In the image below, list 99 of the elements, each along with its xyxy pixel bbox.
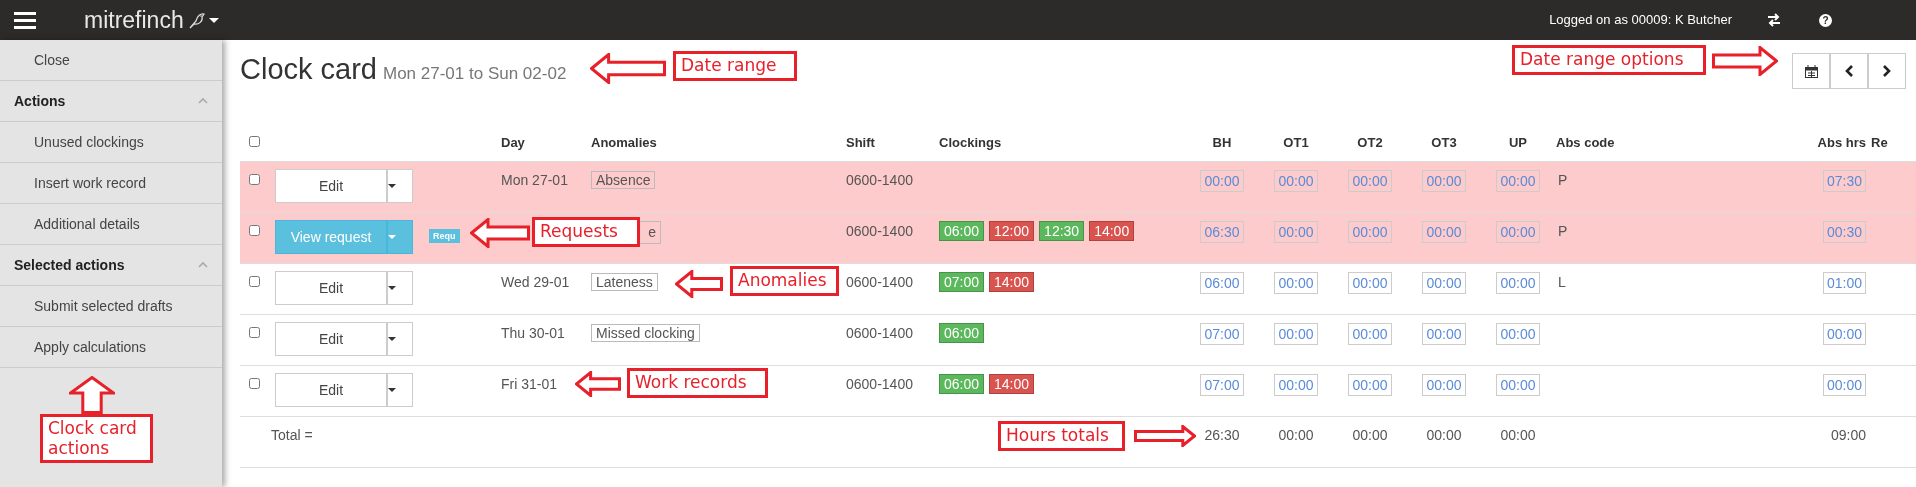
hours-field[interactable]: 07:00 [1200, 322, 1244, 345]
hours-field[interactable]: 06:00 [1200, 271, 1244, 294]
page-title: Clock card [240, 53, 377, 85]
sidebar-item[interactable]: Submit selected drafts [0, 286, 222, 327]
section-header: Selected actions [14, 255, 125, 275]
sidebar-item[interactable]: Additional details [0, 204, 222, 245]
sidebar-item[interactable]: Apply calculations [0, 327, 222, 368]
day-text: Wed 29-01 [501, 273, 570, 290]
total-value: 09:00 [1830, 426, 1866, 443]
clocking-tag: 14:00 [989, 271, 1035, 292]
hours-field[interactable]: 07:30 [1822, 169, 1866, 192]
anomaly-tag: Absence [591, 170, 656, 189]
total-value: 00:00 [1352, 426, 1388, 443]
shift-text: 0600-1400 [846, 273, 913, 290]
clocking-tag: 14:00 [1089, 220, 1135, 241]
day-text: Thu 30-01 [501, 324, 565, 341]
column-header: Shift [846, 135, 875, 150]
hours-field[interactable]: 00:00 [1274, 220, 1318, 243]
hours-field[interactable]: 00:00 [1274, 271, 1318, 294]
user-label: Logged on as 00009: K Butcher [1549, 11, 1732, 30]
section-header: Actions [14, 91, 66, 111]
hours-field[interactable]: 00:00 [1422, 322, 1466, 345]
clocking-tag: 06:00 [939, 373, 985, 394]
column-header: Abs hrs [1817, 135, 1866, 150]
callout-label: Date range [673, 51, 797, 81]
hours-field[interactable]: 00:00 [1496, 373, 1540, 396]
anomaly-tag: Lateness [591, 272, 658, 291]
callout-label: Hours totals [998, 421, 1125, 451]
hours-field[interactable]: 00:00 [1422, 271, 1466, 294]
clocking-tag: 07:00 [939, 271, 985, 292]
date-range: Mon 27-01 to Sun 02-02 [383, 64, 567, 83]
request-badge: Requ [429, 229, 460, 244]
view-request-button[interactable]: View request [275, 220, 387, 254]
hours-field[interactable]: 00:00 [1348, 373, 1392, 396]
shift-text: 0600-1400 [846, 171, 913, 188]
callout-label: Anomalies [730, 266, 839, 296]
hours-field[interactable]: 00:00 [1200, 169, 1244, 192]
sidebar-item[interactable]: Unused clockings [0, 122, 222, 163]
hours-field[interactable]: 00:00 [1274, 169, 1318, 192]
sidebar-item[interactable]: Close [0, 40, 222, 81]
hours-field[interactable]: 00:00 [1348, 322, 1392, 345]
hours-field[interactable]: 00:00 [1348, 271, 1392, 294]
sidebar-item[interactable]: Insert work record [0, 163, 222, 204]
clocking-tag: 06:00 [939, 322, 985, 343]
hours-field[interactable]: 07:00 [1200, 373, 1244, 396]
abs-code-text: L [1558, 273, 1566, 290]
callout-label: Requests [532, 217, 640, 247]
column-header: Anomalies [591, 135, 657, 150]
column-header: BH [1212, 135, 1232, 150]
hours-field[interactable]: 00:00 [1348, 169, 1392, 192]
hours-field[interactable]: 01:00 [1822, 271, 1866, 294]
clocking-tag: 14:00 [989, 373, 1035, 394]
hours-field[interactable]: 00:00 [1348, 220, 1392, 243]
total-label: Total = [271, 426, 313, 443]
column-header: Re [1871, 135, 1888, 150]
hours-field[interactable]: 06:30 [1200, 220, 1244, 243]
hours-field[interactable]: 00:00 [1496, 220, 1540, 243]
callout-label: Work records [627, 368, 768, 398]
hours-field[interactable]: 00:00 [1274, 373, 1318, 396]
brand-logo[interactable]: mitrefinch [84, 2, 184, 38]
anomaly-tag: Missed clocking [591, 323, 700, 342]
hours-field[interactable]: 00:00 [1422, 220, 1466, 243]
column-header: OT2 [1357, 135, 1383, 150]
shift-text: 0600-1400 [846, 324, 913, 341]
hours-field[interactable]: 00:30 [1822, 220, 1866, 243]
clocking-tag: 06:00 [939, 220, 985, 241]
clocking-tag: 12:30 [1039, 220, 1085, 241]
column-header: UP [1508, 135, 1528, 150]
help-icon[interactable]: ? [1819, 13, 1832, 27]
clocking-tag: 12:00 [989, 220, 1035, 241]
hours-field[interactable]: 00:00 [1274, 322, 1318, 345]
hours-field[interactable]: 00:00 [1422, 169, 1466, 192]
edit-button[interactable]: Edit [275, 271, 387, 305]
edit-button[interactable]: Edit [275, 373, 387, 407]
total-value: 00:00 [1426, 426, 1462, 443]
abs-code-text: P [1558, 222, 1568, 239]
column-header: OT3 [1431, 135, 1457, 150]
day-text: Mon 27-01 [501, 171, 568, 188]
hours-field[interactable]: 00:00 [1822, 373, 1866, 396]
abs-code-text: P [1558, 171, 1568, 188]
total-value: 26:30 [1204, 426, 1240, 443]
total-value: 00:00 [1500, 426, 1536, 443]
callout-label: Clock card actions [40, 414, 153, 464]
total-value: 00:00 [1278, 426, 1314, 443]
edit-button[interactable]: Edit [275, 322, 387, 356]
column-header: Clockings [939, 135, 1002, 150]
column-header: OT1 [1283, 135, 1309, 150]
hours-field[interactable]: 00:00 [1822, 322, 1866, 345]
edit-button[interactable]: Edit [275, 169, 387, 203]
hours-field[interactable]: 00:00 [1496, 322, 1540, 345]
shift-text: 0600-1400 [846, 375, 913, 392]
column-header: Day [501, 135, 525, 150]
hours-field[interactable]: 00:00 [1496, 271, 1540, 294]
hours-field[interactable]: 00:00 [1422, 373, 1466, 396]
day-text: Fri 31-01 [501, 375, 558, 392]
callout-label: Date range options [1512, 45, 1706, 75]
hours-field[interactable]: 00:00 [1496, 169, 1540, 192]
column-header: Abs code [1556, 135, 1615, 150]
shift-text: 0600-1400 [846, 222, 913, 239]
